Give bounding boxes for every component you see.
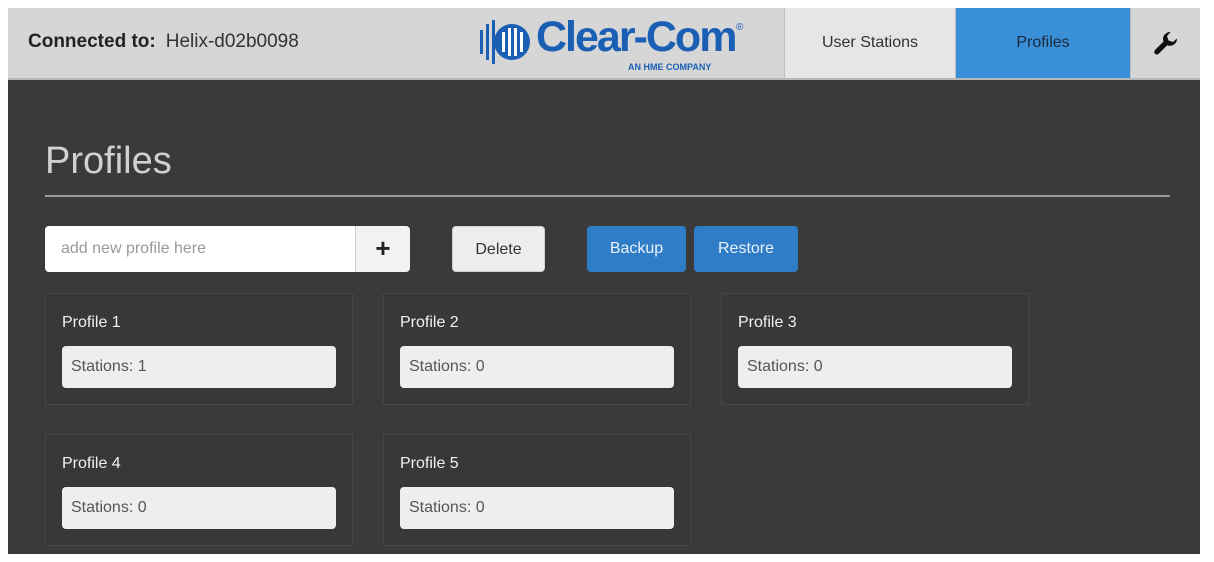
profile-name: Profile 5 <box>400 455 459 472</box>
title-divider <box>45 195 1170 197</box>
profile-name: Profile 2 <box>400 314 459 331</box>
app-frame: Connected to: Helix-d02b0098 Clear-Com ® … <box>8 8 1200 554</box>
logo-registered-mark: ® <box>736 22 744 33</box>
delete-button[interactable]: Delete <box>452 226 545 272</box>
profile-card[interactable]: Profile 2 Stations: 0 <box>383 293 691 405</box>
profile-card[interactable]: Profile 1 Stations: 1 <box>45 293 353 405</box>
profile-stations: Stations: 0 <box>400 346 674 388</box>
connection-status: Connected to: Helix-d02b0098 <box>28 31 299 53</box>
profile-stations: Stations: 0 <box>400 487 674 529</box>
profile-name: Profile 4 <box>62 455 121 472</box>
profile-card[interactable]: Profile 3 Stations: 0 <box>721 293 1029 405</box>
nav-settings-button[interactable] <box>1130 8 1200 78</box>
profile-card[interactable]: Profile 4 Stations: 0 <box>45 434 353 546</box>
profile-stations: Stations: 1 <box>62 346 336 388</box>
new-profile-input[interactable] <box>45 226 355 272</box>
profile-name: Profile 3 <box>738 314 797 331</box>
profile-card[interactable]: Profile 5 Stations: 0 <box>383 434 691 546</box>
wrench-icon <box>1154 32 1178 55</box>
clear-com-logo: Clear-Com ® AN HME COMPANY <box>480 13 750 74</box>
profile-stations: Stations: 0 <box>62 487 336 529</box>
add-profile-button[interactable]: + <box>355 226 410 272</box>
backup-button[interactable]: Backup <box>587 226 686 272</box>
clear-com-logo-mark-icon <box>480 20 530 64</box>
restore-button[interactable]: Restore <box>694 226 798 272</box>
nav-profiles[interactable]: Profiles <box>956 8 1130 78</box>
nav-user-stations[interactable]: User Stations <box>784 8 956 78</box>
top-bar: Connected to: Helix-d02b0098 Clear-Com ® … <box>8 8 1200 80</box>
add-profile-group: + <box>45 226 410 272</box>
connected-host: Helix-d02b0098 <box>165 31 299 52</box>
logo-tagline: AN HME COMPANY <box>628 62 712 72</box>
connected-label: Connected to: <box>28 31 156 52</box>
profile-stations: Stations: 0 <box>738 346 1012 388</box>
logo-wordmark: Clear-Com <box>536 13 737 61</box>
page-title: Profiles <box>45 140 172 182</box>
profile-name: Profile 1 <box>62 314 121 331</box>
